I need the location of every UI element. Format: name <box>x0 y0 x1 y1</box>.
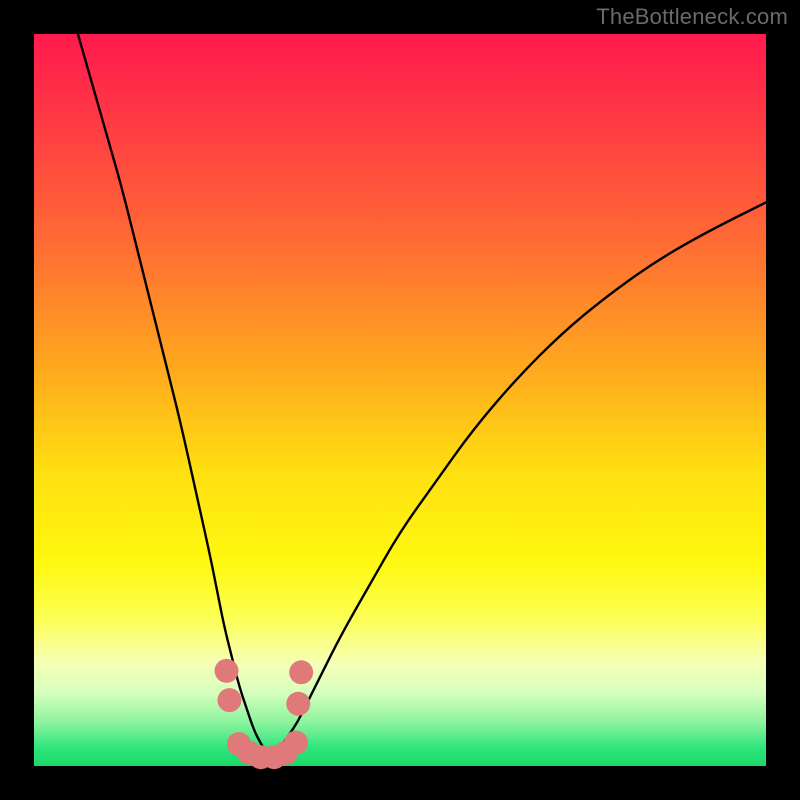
highlight-dot <box>215 659 239 683</box>
highlight-dot <box>284 731 308 755</box>
plot-background-gradient <box>34 34 766 766</box>
chart-frame: TheBottleneck.com <box>0 0 800 800</box>
bottleneck-chart <box>0 0 800 800</box>
highlight-dot <box>286 692 310 716</box>
highlight-dot <box>217 688 241 712</box>
watermark-text: TheBottleneck.com <box>596 4 788 30</box>
highlight-dot <box>289 660 313 684</box>
